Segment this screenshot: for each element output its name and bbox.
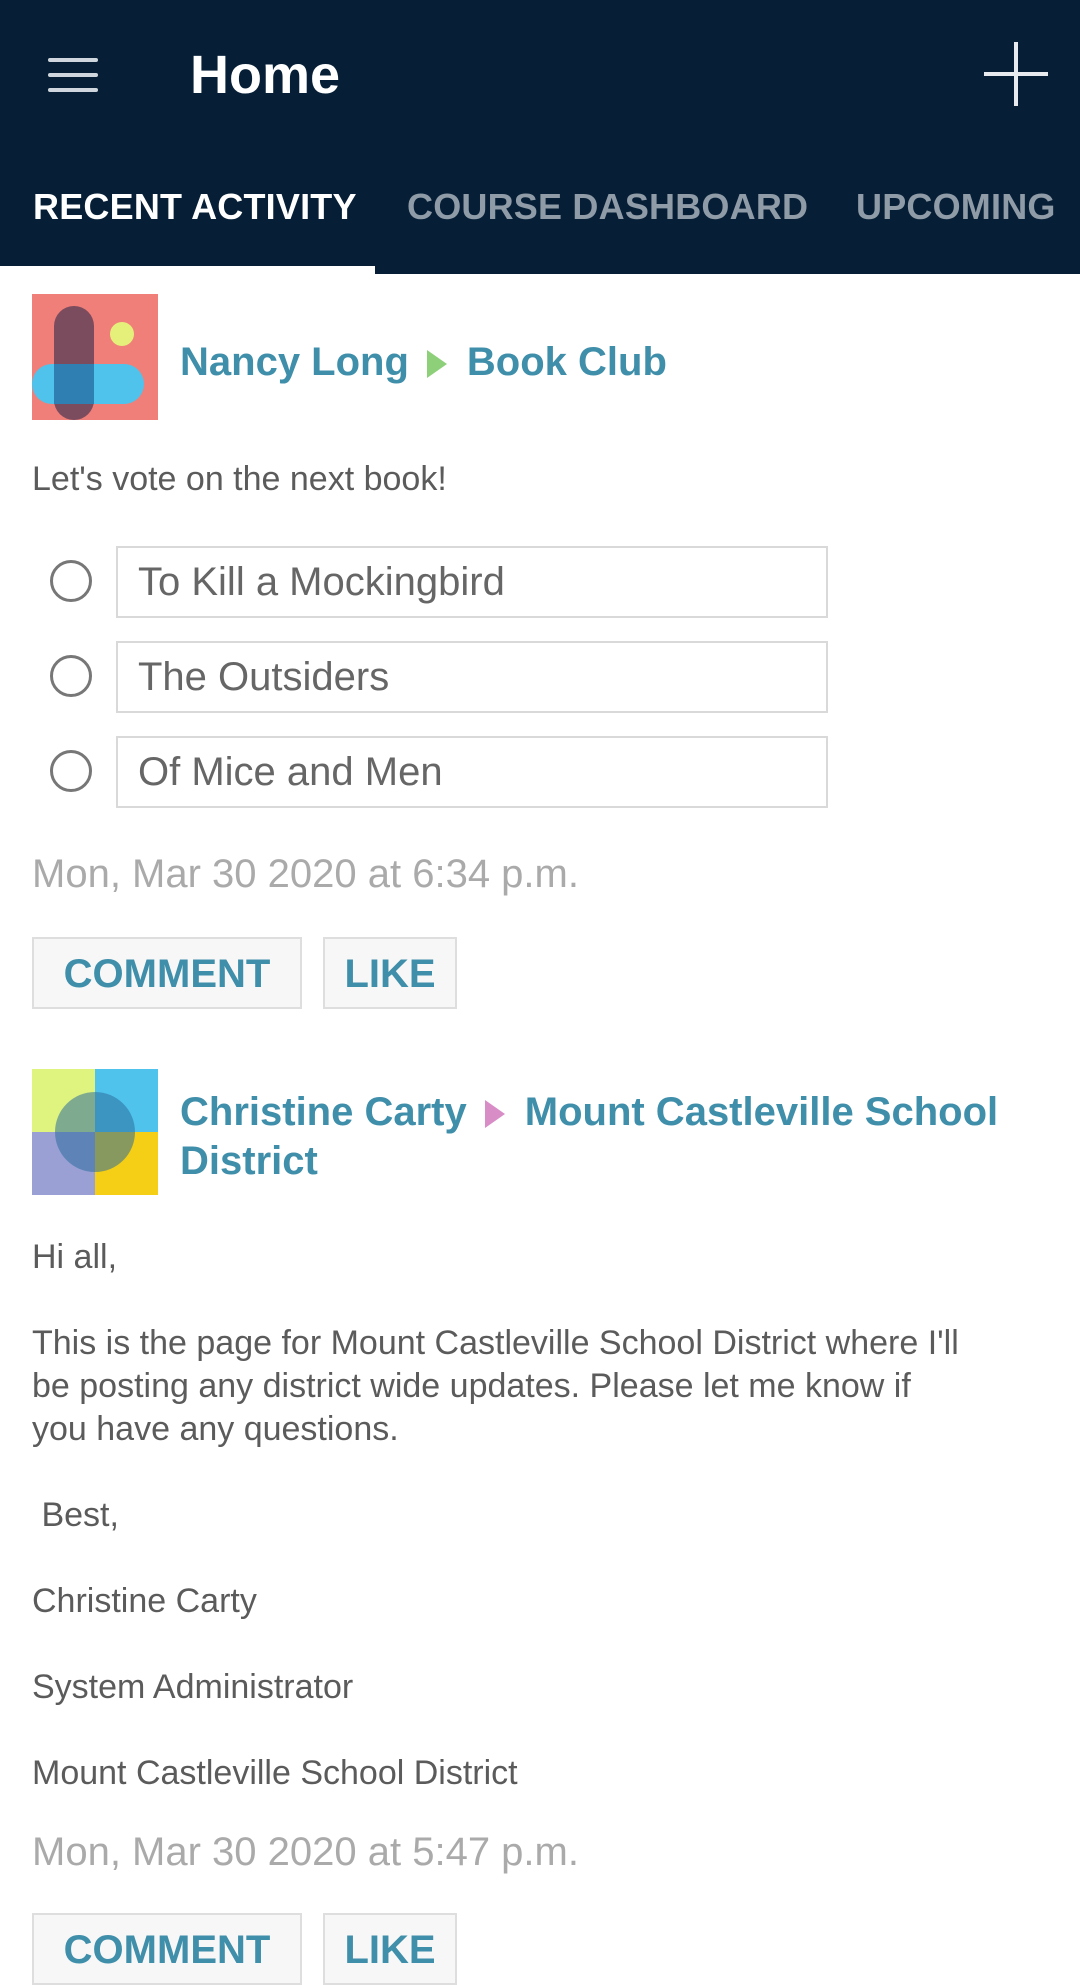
active-tab-indicator [0, 266, 375, 274]
post-body-line: System Administrator [32, 1668, 354, 1706]
post-body-line: you have any questions. [32, 1410, 399, 1448]
poll-radio[interactable] [50, 750, 92, 792]
post-body-line: Mount Castleville School District [32, 1754, 518, 1792]
tab-upcoming[interactable]: UPCOMING [856, 186, 1056, 228]
post-body-line: Hi all, [32, 1238, 118, 1276]
post-timestamp: Mon, Mar 30 2020 at 6:34 p.m. [32, 852, 579, 896]
hamburger-menu-icon[interactable] [48, 58, 98, 94]
post-body-line: Christine Carty [32, 1582, 257, 1620]
post-timestamp: Mon, Mar 30 2020 at 5:47 p.m. [32, 1830, 579, 1874]
avatar[interactable] [32, 1069, 158, 1195]
tab-course-dashboard[interactable]: COURSE DASHBOARD [407, 186, 808, 228]
target-link-continued[interactable]: District [180, 1139, 318, 1183]
poll-radio[interactable] [50, 560, 92, 602]
comment-button[interactable]: COMMENT [32, 1913, 302, 1985]
poll-radio[interactable] [50, 655, 92, 697]
post-body-line: Best, [32, 1496, 119, 1534]
like-button[interactable]: LIKE [323, 1913, 457, 1985]
post-body-line: This is the page for Mount Castleville S… [32, 1324, 959, 1362]
comment-button[interactable]: COMMENT [32, 937, 302, 1009]
target-link[interactable]: Book Club [467, 340, 667, 384]
like-button[interactable]: LIKE [323, 937, 457, 1009]
poll-option[interactable]: The Outsiders [116, 641, 828, 713]
post-body-line: be posting any district wide updates. Pl… [32, 1367, 911, 1405]
page-title: Home [190, 45, 341, 105]
plus-icon[interactable] [984, 42, 1048, 106]
author-link[interactable]: Christine Carty [180, 1090, 467, 1134]
target-link[interactable]: Mount Castleville School [525, 1090, 998, 1134]
post-author-line: Nancy Long Book Club [180, 338, 667, 387]
post-author-line: Christine Carty Mount Castleville School … [180, 1088, 1040, 1186]
arrow-right-icon [426, 350, 447, 379]
tab-recent-activity[interactable]: RECENT ACTIVITY [33, 186, 357, 228]
post-body: Let's vote on the next book! [32, 460, 447, 498]
poll-option[interactable]: To Kill a Mockingbird [116, 546, 828, 618]
app-bar: Home RECENT ACTIVITY COURSE DASHBOARD UP… [0, 0, 1080, 274]
poll-option[interactable]: Of Mice and Men [116, 736, 828, 808]
author-link[interactable]: Nancy Long [180, 340, 409, 384]
avatar[interactable] [32, 294, 158, 420]
arrow-right-icon [484, 1100, 505, 1129]
